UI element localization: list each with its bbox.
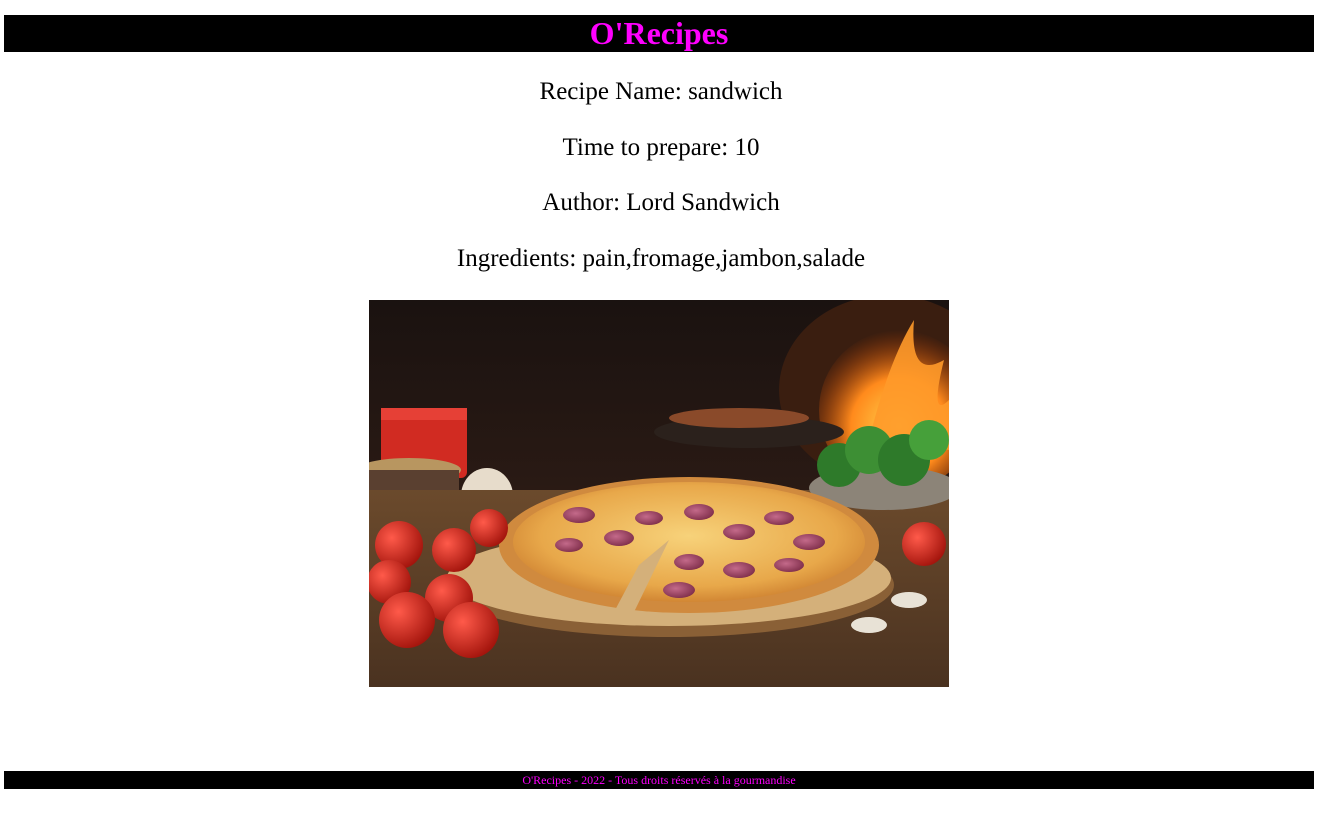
pizza-photo — [369, 300, 949, 687]
site-footer: O'Recipes - 2022 - Tous droits réservés … — [4, 771, 1314, 789]
recipe-ingredients: Ingredients: pain,fromage,jambon,salade — [456, 245, 866, 272]
recipe-name: Recipe Name: sandwich — [539, 78, 783, 105]
recipe-prep-time: Time to prepare: 10 — [562, 134, 760, 161]
footer-text: O'Recipes - 2022 - Tous droits réservés … — [522, 773, 796, 787]
recipe-image — [369, 300, 949, 687]
recipe-author: Author: Lord Sandwich — [542, 189, 780, 216]
site-title: O'Recipes — [589, 15, 729, 51]
site-header: O'Recipes — [4, 15, 1314, 52]
